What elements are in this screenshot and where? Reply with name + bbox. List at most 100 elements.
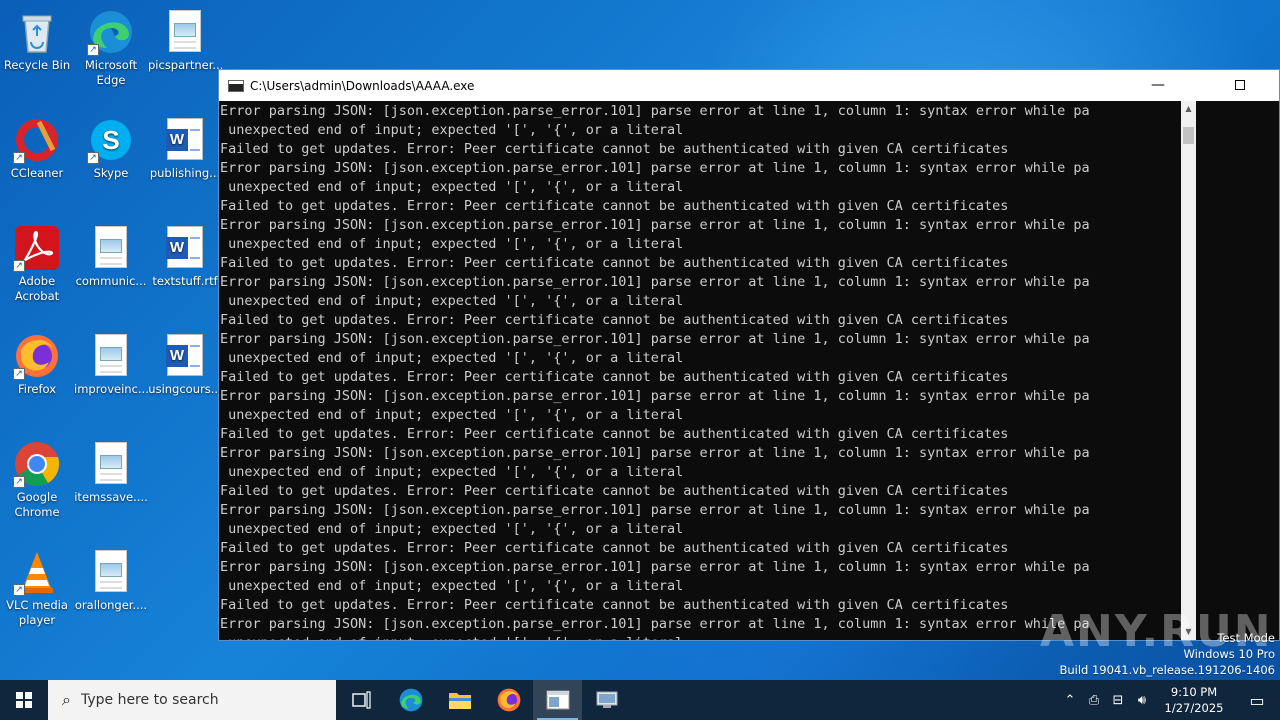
desktop-icon-microsoft-edge[interactable]: ↗ Microsoft Edge (74, 8, 148, 88)
maximize-button[interactable] (1217, 70, 1263, 101)
desktop-icon-label: Adobe Acrobat (14, 274, 60, 303)
clock-date: 1/27/2025 (1164, 701, 1224, 715)
taskbar-file-explorer[interactable] (435, 680, 484, 720)
notification-icon[interactable]: ▭ (1234, 691, 1280, 710)
console-line: Failed to get updates. Error: Peer certi… (220, 369, 1009, 385)
svg-text:S: S (102, 125, 119, 155)
desktop-icon-skype[interactable]: S ↗ Skype (74, 116, 148, 181)
word-document-icon: W (161, 224, 209, 272)
desktop-icon-firefox[interactable]: ↗ Firefox (0, 332, 74, 397)
console-line: Error parsing JSON: [json.exception.pars… (220, 559, 1090, 575)
console-window[interactable]: C:\Users\admin\Downloads\AAAA.exe — Erro… (218, 69, 1280, 641)
desktop-icon-google-chrome[interactable]: ↗ Google Chrome (0, 440, 74, 520)
clock-time: 9:10 PM (1170, 685, 1218, 699)
system-tray: ⌃ ⎙ ⊟ 🔊︎ 9:10 PM 1/27/2025 ▭ (1058, 680, 1280, 720)
vlc-icon: ↗ (13, 548, 61, 596)
console-output[interactable]: Error parsing JSON: [json.exception.pars… (220, 101, 1181, 640)
console-line: Failed to get updates. Error: Peer certi… (220, 540, 1009, 556)
taskbar-search-box[interactable]: ⌕ Type here to search (48, 680, 336, 720)
chevron-up-icon[interactable]: ⌃ (1058, 693, 1082, 708)
console-line: unexpected end of input; expected '[', '… (220, 578, 684, 594)
test-mode-watermark: Test Mode Windows 10 Pro Build 19041.vb_… (1059, 630, 1275, 678)
taskbar-edge[interactable] (386, 680, 435, 720)
console-titlebar[interactable]: C:\Users\admin\Downloads\AAAA.exe — (219, 70, 1279, 101)
desktop-icon-label: Skype (93, 166, 129, 180)
task-view-icon (351, 691, 371, 709)
console-line: Error parsing JSON: [json.exception.pars… (220, 502, 1090, 518)
desktop-icon-picspartner[interactable]: picspartner... (148, 8, 222, 73)
console-line: Error parsing JSON: [json.exception.pars… (220, 616, 1090, 632)
console-line: unexpected end of input; expected '[', '… (220, 350, 684, 366)
console-line: Failed to get updates. Error: Peer certi… (220, 198, 1009, 214)
console-line: unexpected end of input; expected '[', '… (220, 407, 684, 423)
start-button[interactable] (0, 680, 48, 720)
console-app-icon (228, 79, 244, 92)
desktop-icon-usingcours[interactable]: W usingcours... (148, 332, 222, 397)
minimize-button[interactable]: — (1135, 70, 1181, 101)
shortcut-arrow-icon: ↗ (13, 152, 25, 164)
image-file-icon (87, 224, 135, 272)
taskbar-console-app[interactable] (533, 680, 582, 720)
desktop-icon-orallonger[interactable]: orallonger.... (74, 548, 148, 613)
console-line: unexpected end of input; expected '[', '… (220, 634, 1181, 640)
console-line: Failed to get updates. Error: Peer certi… (220, 483, 1009, 499)
desktop-icon-label: usingcours... (148, 382, 222, 396)
taskbar-clock[interactable]: 9:10 PM 1/27/2025 (1154, 684, 1234, 716)
desktop-icon-label: itemssave.... (74, 490, 148, 504)
desktop-icon-itemssave[interactable]: itemssave.... (74, 440, 148, 505)
network-icon[interactable]: ⊟ (1106, 693, 1130, 708)
desktop-icon-label: Microsoft Edge (84, 58, 138, 87)
console-line: Failed to get updates. Error: Peer certi… (220, 312, 1009, 328)
taskbar-firefox[interactable] (484, 680, 533, 720)
vertical-scrollbar[interactable]: ▲ ▼ (1181, 101, 1196, 640)
firefox-icon (497, 688, 520, 712)
console-line: unexpected end of input; expected '[', '… (220, 122, 684, 138)
console-line: Error parsing JSON: [json.exception.pars… (220, 331, 1090, 347)
recycle-bin-icon (13, 8, 61, 56)
search-icon: ⌕ (62, 690, 71, 709)
task-view-button[interactable] (337, 680, 386, 720)
console-line: Error parsing JSON: [json.exception.pars… (220, 103, 1090, 119)
google-chrome-icon: ↗ (13, 440, 61, 488)
test-mode-label: Test Mode (1217, 631, 1275, 645)
desktop-icon-label: Google Chrome (14, 490, 60, 519)
console-line: Error parsing JSON: [json.exception.pars… (220, 388, 1090, 404)
minimize-icon: — (1151, 77, 1165, 93)
desktop-icon-textstuff[interactable]: W textstuff.rtf (148, 224, 222, 289)
desktop-icon-publishing[interactable]: W publishing... (148, 116, 222, 181)
firefox-icon: ↗ (13, 332, 61, 380)
taskbar-app-2[interactable] (582, 680, 631, 720)
scrollbar-thumb[interactable] (1183, 127, 1194, 144)
desktop-icon-communic[interactable]: communic... (74, 224, 148, 289)
folder-icon (448, 693, 471, 709)
ccleaner-icon: ↗ (13, 116, 61, 164)
maximize-icon (1235, 80, 1245, 90)
search-placeholder: Type here to search (80, 692, 219, 708)
shortcut-arrow-icon: ↗ (13, 368, 25, 380)
console-line: unexpected end of input; expected '[', '… (220, 179, 684, 195)
desktop-icon-label: picspartner... (148, 58, 222, 72)
desktop-icon-vlc[interactable]: ↗ VLC media player (0, 548, 74, 628)
windows-logo-icon (16, 692, 32, 708)
usb-device-icon[interactable]: ⎙ (1082, 693, 1106, 708)
console-line: Error parsing JSON: [json.exception.pars… (220, 217, 1090, 233)
desktop-icon-adobe-acrobat[interactable]: ↗ Adobe Acrobat (0, 224, 74, 304)
console-line: unexpected end of input; expected '[', '… (220, 521, 684, 537)
desktop-icon-label: Firefox (17, 382, 57, 396)
desktop-icon-ccleaner[interactable]: ↗ CCleaner (0, 116, 74, 181)
desktop-icon-label: improveinc... (74, 382, 148, 396)
console-line: Error parsing JSON: [json.exception.pars… (220, 445, 1090, 461)
desktop-icon-improveinc[interactable]: improveinc... (74, 332, 148, 397)
shortcut-arrow-icon: ↗ (13, 476, 25, 488)
desktop-icon-label: textstuff.rtf (152, 274, 218, 288)
word-document-icon: W (161, 332, 209, 380)
image-file-icon (87, 332, 135, 380)
console-line: unexpected end of input; expected '[', '… (220, 293, 684, 309)
shortcut-arrow-icon: ↗ (13, 584, 25, 596)
image-file-icon (87, 440, 135, 488)
desktop-icon-label: CCleaner (10, 166, 64, 180)
desktop-icon-recycle-bin[interactable]: Recycle Bin (0, 8, 74, 73)
edge-icon: ↗ (87, 8, 135, 56)
volume-icon[interactable]: 🔊︎ (1130, 693, 1154, 708)
scroll-up-icon[interactable]: ▲ (1181, 101, 1196, 117)
